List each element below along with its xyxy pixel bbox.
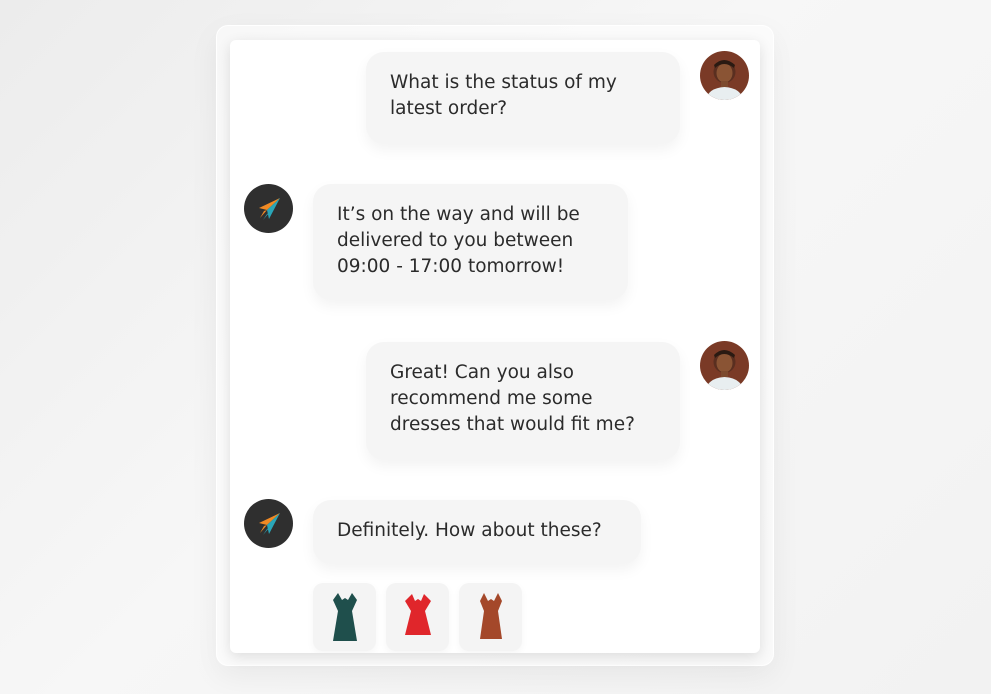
bot-message-bubble: Definitely. How about these?: [313, 500, 641, 564]
user-message-bubble: Great! Can you also recommend me some dr…: [366, 342, 680, 460]
user-avatar[interactable]: [700, 51, 749, 100]
chat-panel: What is the status of my latest order? I…: [230, 40, 760, 653]
dress-icon: [479, 593, 502, 639]
dress-recommendation[interactable]: [313, 583, 376, 651]
dress-icon: [404, 594, 431, 635]
paper-plane-icon: [258, 512, 280, 535]
dress-recommendation[interactable]: [459, 583, 522, 651]
dress-recommendation[interactable]: [386, 583, 449, 651]
bot-avatar[interactable]: [244, 184, 293, 233]
bot-message-bubble: It’s on the way and will be delivered to…: [313, 184, 628, 300]
paper-plane-icon: [258, 197, 280, 220]
dress-icon: [332, 593, 357, 641]
bot-avatar[interactable]: [244, 499, 293, 548]
user-message-bubble: What is the status of my latest order?: [366, 52, 680, 144]
user-avatar[interactable]: [700, 341, 749, 390]
